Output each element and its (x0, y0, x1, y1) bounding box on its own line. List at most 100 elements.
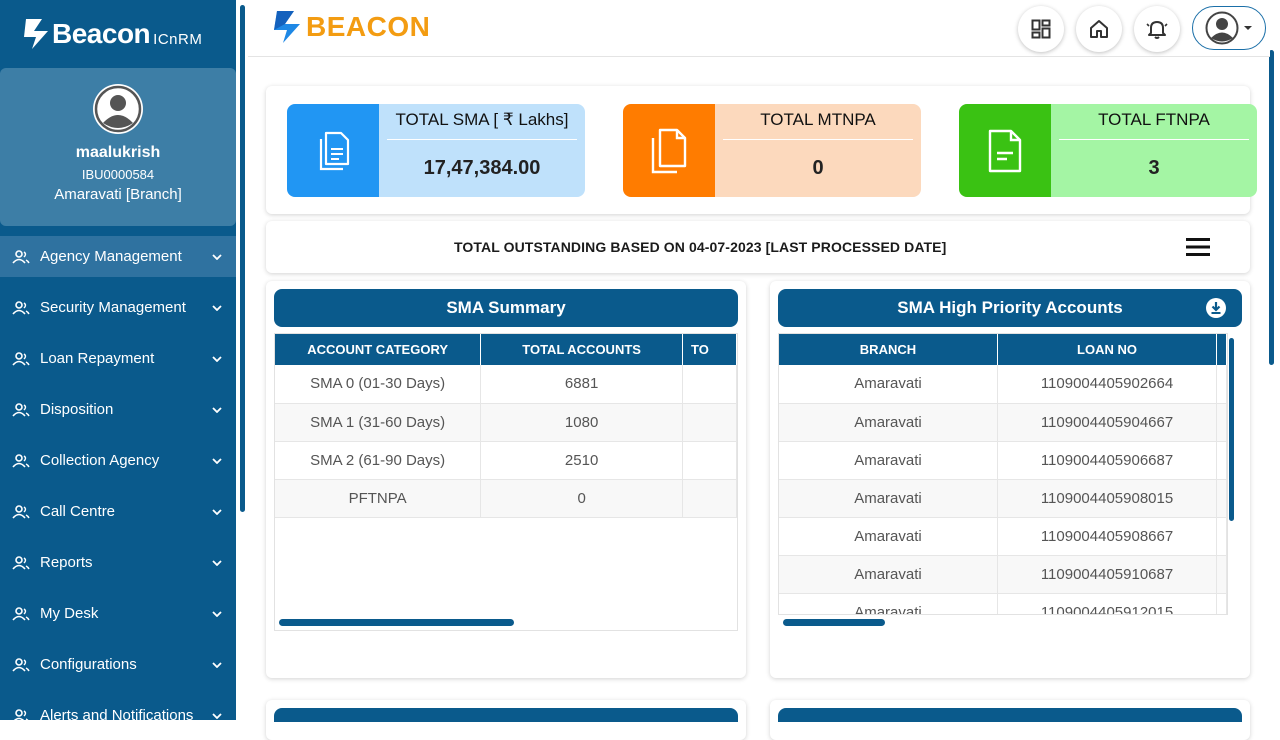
stat-icon-box (623, 104, 715, 197)
sma-summary-panel: SMA Summary ACCOUNT CATEGORY TOTAL ACCOU… (266, 281, 746, 678)
table-cell (682, 365, 737, 404)
chevron-down-icon (212, 304, 222, 311)
dashboard-button[interactable] (1018, 6, 1064, 52)
home-button[interactable] (1076, 6, 1122, 52)
table-cell: Amaravati (779, 593, 998, 614)
sidebar-item-label: My Desk (40, 605, 99, 622)
table-cell: SMA 1 (31-60 Days) (275, 403, 482, 442)
user-avatar-icon (94, 85, 142, 133)
brand[interactable]: Beacon ICnRM (0, 0, 236, 68)
table-row[interactable]: Amaravati 1109004405904667 (779, 403, 1227, 442)
stat-body: TOTAL MTNPA 0 (715, 104, 921, 197)
brand-sub: ICnRM (153, 30, 203, 48)
users-icon (12, 555, 30, 570)
table-cell (1216, 593, 1227, 614)
column-header[interactable]: LOAN NO (997, 334, 1218, 365)
file-text-icon (988, 129, 1022, 172)
chevron-down-icon (212, 661, 222, 668)
table-row[interactable]: Amaravati 1109004405908015 (779, 479, 1227, 518)
stat-icon-box (959, 104, 1051, 197)
users-icon (12, 402, 30, 417)
sidebar-item[interactable]: Configurations (0, 644, 236, 685)
sidebar-item[interactable]: Alerts and Notifications (0, 695, 236, 720)
home-icon (1090, 20, 1108, 38)
sma-high-priority-table-wrap[interactable]: BRANCH LOAN NO Amaravati 1109004405902664… (778, 333, 1228, 615)
vertical-scrollbar[interactable] (1229, 338, 1234, 521)
table-row[interactable]: PFTNPA 0 (275, 479, 737, 518)
table-row[interactable]: Amaravati 1109004405912015 (779, 593, 1227, 614)
stat-card-total-mtnpa[interactable]: TOTAL MTNPA 0 (623, 104, 921, 197)
sma-summary-table: ACCOUNT CATEGORY TOTAL ACCOUNTS TO SMA 0… (275, 334, 737, 518)
sidebar-item[interactable]: Disposition (0, 389, 236, 430)
stat-card-total-sma[interactable]: TOTAL SMA [ ₹ Lakhs] 17,47,384.00 (287, 104, 585, 197)
sidebar-item[interactable]: Agency Management (0, 236, 236, 277)
stat-title: TOTAL MTNPA (760, 110, 876, 129)
table-cell: 1109004405904667 (997, 403, 1218, 442)
horizontal-scrollbar[interactable] (279, 619, 514, 626)
table-cell: Amaravati (779, 555, 998, 594)
stat-card-total-ftnpa[interactable]: TOTAL FTNPA 3 (959, 104, 1257, 197)
sidebar-item[interactable]: Collection Agency (0, 440, 236, 481)
table-row[interactable]: Amaravati 1109004405906687 (779, 441, 1227, 480)
table-cell: Amaravati (779, 479, 998, 518)
user-id: IBU0000584 (81, 167, 155, 182)
notifications-button[interactable] (1134, 6, 1180, 52)
table-row[interactable]: Amaravati 1109004405908667 (779, 517, 1227, 556)
table-row[interactable]: SMA 1 (31-60 Days) 1080 (275, 403, 737, 442)
column-header[interactable]: TOTAL ACCOUNTS (480, 334, 683, 365)
sidebar-scrollbar[interactable] (240, 5, 245, 512)
divider (723, 139, 913, 140)
users-icon (12, 657, 30, 672)
users-icon (13, 708, 29, 720)
hamburger-menu-icon[interactable] (1186, 237, 1210, 257)
table-cell: 6881 (480, 365, 683, 404)
horizontal-scrollbar[interactable] (783, 619, 885, 626)
sidebar-item[interactable]: Call Centre (0, 491, 236, 532)
sidebar-item[interactable]: My Desk (0, 593, 236, 634)
top-header: BEACON (248, 0, 1270, 57)
table-cell: Amaravati (779, 403, 998, 442)
users-icon (12, 351, 30, 366)
page-scrollbar[interactable] (1269, 50, 1274, 365)
outstanding-bar: TOTAL OUTSTANDING BASED ON 04-07-2023 [L… (266, 221, 1250, 273)
documents-icon (319, 131, 350, 170)
sidebar-item[interactable]: Reports (0, 542, 236, 583)
sidebar-item-label: Disposition (40, 401, 114, 418)
caret-down-icon (1244, 26, 1252, 30)
sidebar-item-label: Alerts and Notifications (40, 707, 194, 720)
column-header[interactable]: ACCOUNT CATEGORY (275, 334, 482, 365)
header-logo[interactable]: BEACON (272, 10, 430, 44)
column-header[interactable]: BRANCH (779, 334, 998, 365)
table-row[interactable]: SMA 2 (61-90 Days) 2510 (275, 441, 737, 480)
table-cell (1216, 555, 1227, 594)
sma-high-priority-panel: SMA High Priority Accounts BRANCH LOAN N… (770, 281, 1250, 678)
sma-summary-table-wrap[interactable]: ACCOUNT CATEGORY TOTAL ACCOUNTS TO SMA 0… (274, 333, 738, 631)
beacon-logo-icon (274, 11, 300, 43)
table-row[interactable]: Amaravati 1109004405910687 (779, 555, 1227, 594)
chevron-down-icon (212, 610, 222, 617)
sidebar-item[interactable]: Loan Repayment (0, 338, 236, 379)
table-cell (1216, 441, 1227, 480)
table-row[interactable]: Amaravati 1109004405902664 (779, 365, 1227, 404)
header-logo-text: BEACON (306, 11, 431, 42)
table-row[interactable]: SMA 0 (01-30 Days) 6881 (275, 365, 737, 404)
table-cell: SMA 2 (61-90 Days) (275, 441, 482, 480)
column-header[interactable]: TO (682, 334, 737, 365)
sidebar-item-label: Security Management (40, 299, 186, 316)
users-icon (12, 606, 30, 621)
stat-icon-box (287, 104, 379, 197)
avatar[interactable] (93, 84, 143, 134)
sidebar-item[interactable]: Security Management (0, 287, 236, 328)
chevron-down-icon (212, 406, 222, 413)
user-menu-button[interactable] (1192, 6, 1266, 50)
panel-title: SMA Summary (274, 289, 738, 327)
download-icon[interactable] (1206, 298, 1226, 318)
stat-title: TOTAL SMA [ ₹ Lakhs] (395, 110, 569, 129)
stat-value: 3 (1148, 157, 1160, 179)
users-icon (12, 504, 30, 519)
table-cell: SMA 0 (01-30 Days) (275, 365, 482, 404)
copy-documents-icon (651, 128, 687, 173)
bottom-panel-right (770, 700, 1250, 740)
user-profile: maalukrish IBU0000584 Amaravati [Branch] (0, 68, 236, 226)
chevron-down-icon (212, 355, 222, 362)
